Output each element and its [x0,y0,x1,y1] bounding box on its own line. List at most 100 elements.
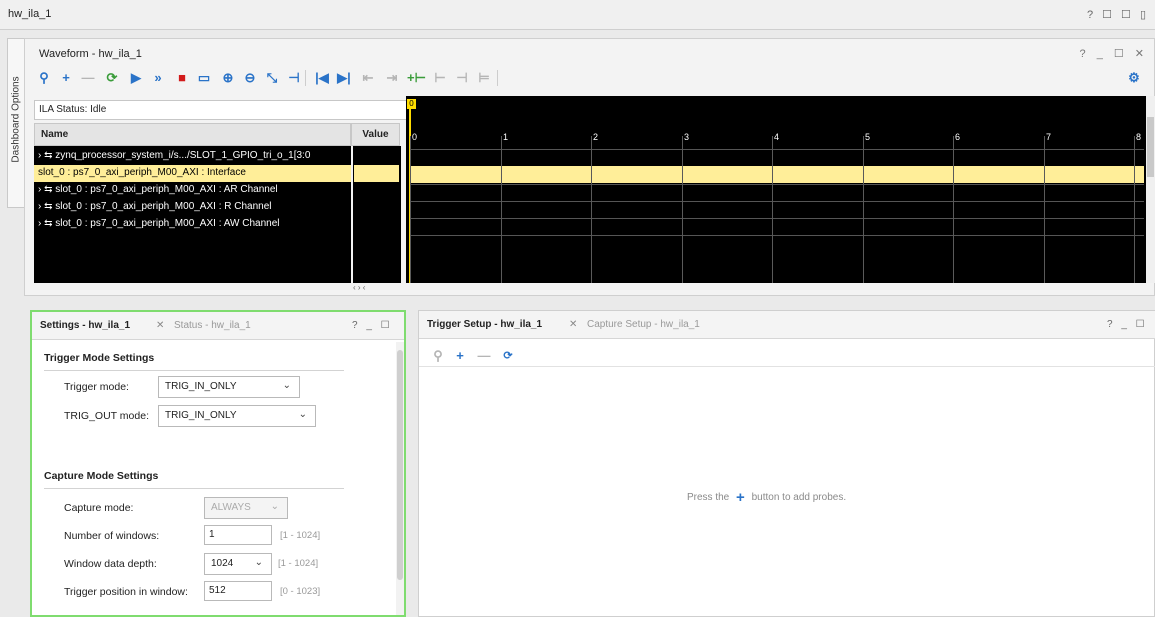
waveform-bus-line [410,149,1144,150]
search-icon[interactable]: ⚲ [35,69,53,87]
previous-marker-icon[interactable]: ⊢ [431,69,449,87]
waveform-toolbar: ⚲ + — ⟳ ▶ » ■ ▭ ⊕ ⊖ ⤡ ⊣ |◀ ▶| ⇤ ⇥ +⊢ ⊢ ⊣… [33,67,1143,91]
trigger-toolbar: ⚲ + — ⟳ [427,345,627,365]
time-gridline [1134,136,1135,283]
tab-status[interactable]: Status - hw_ila_1 [174,320,251,331]
swap-cursors-icon[interactable]: ⊨ [475,69,493,87]
waveform-plot[interactable]: 0 0 1 2 3 4 5 6 7 8 [406,96,1146,283]
time-tick-label: 6 [955,132,961,142]
column-header-name[interactable]: Name [34,123,351,146]
name-pane-scroll[interactable]: ‹ › ‹ [353,283,401,293]
time-gridline [772,136,773,283]
tab-capture-setup[interactable]: Capture Setup - hw_ila_1 [587,319,700,330]
trigger-position-input[interactable]: 512 [204,581,272,601]
trigger-tab-bar: Trigger Setup - hw_ila_1 ✕ Capture Setup… [419,311,1155,339]
capture-mode-value: ALWAYS [211,502,251,513]
capture-mode-select[interactable]: ALWAYS ⌄ [204,497,288,519]
time-tick-label: 0 [412,132,418,142]
go-to-start-icon[interactable]: |◀ [313,69,331,87]
window-depth-select[interactable]: 1024 ⌄ [204,553,272,575]
window-depth-label: Window data depth: [64,558,157,570]
zoom-fit-icon[interactable]: ⤡ [263,69,281,87]
window-controls[interactable]: ? ☐ ☐ ▯ [1087,8,1149,21]
time-gridline [953,136,954,283]
trigger-mode-section-title: Trigger Mode Settings [44,352,155,364]
add-icon[interactable]: + [57,69,75,87]
gear-icon[interactable]: ⚙ [1125,69,1143,87]
num-windows-input[interactable]: 1 [204,525,272,545]
run-immediate-icon[interactable]: » [149,69,167,87]
dashboard-options-tab[interactable]: Dashboard Options [7,38,24,208]
trigger-position-range: [0 - 1023] [280,586,321,597]
time-tick-label: 5 [865,132,871,142]
num-windows-range: [1 - 1024] [280,530,321,541]
time-gridline [863,136,864,283]
remove-icon[interactable]: — [475,347,493,365]
waveform-window-controls[interactable]: ? _ ☐ ✕ [1080,47,1148,60]
go-to-cursor-icon[interactable]: ⊣ [285,69,303,87]
window-title: hw_ila_1 [8,8,52,20]
time-tick-label: 8 [1136,132,1142,142]
time-gridline [501,136,502,283]
column-header-value[interactable]: Value [351,123,400,146]
settings-panel-controls[interactable]: ? _ ☐ [352,320,393,331]
go-to-end-icon[interactable]: ▶| [335,69,353,87]
settings-tab-bar: Settings - hw_ila_1 ✕ Status - hw_ila_1 … [32,312,404,340]
stop-icon[interactable]: ■ [173,69,191,87]
chevron-down-icon: ⌄ [282,380,291,391]
trigger-setup-panel: Trigger Setup - hw_ila_1 ✕ Capture Setup… [418,310,1155,617]
trigger-position-label: Trigger position in window: [64,586,188,598]
dashboard-options-label: Dashboard Options [10,76,22,163]
time-tick-label: 7 [1046,132,1052,142]
waveform-bus-line [410,201,1144,202]
previous-transition-icon[interactable]: ⇤ [359,69,377,87]
cursor-marker[interactable]: 0 [407,99,416,109]
empty-message-suffix: button to add probes. [751,492,847,503]
settings-scroll-thumb[interactable] [397,350,403,580]
next-marker-icon[interactable]: ⊣ [453,69,471,87]
zoom-in-icon[interactable]: ⊕ [219,69,237,87]
time-gridline [1044,136,1045,283]
waveform-scroll-thumb[interactable] [1147,117,1154,177]
signal-row[interactable]: › ⇆ slot_0 : ps7_0_axi_periph_M00_AXI : … [34,216,351,233]
capture-mode-section-title: Capture Mode Settings [44,470,159,482]
signal-row-selected[interactable]: slot_0 : ps7_0_axi_periph_M00_AXI : Inte… [34,165,351,182]
export-icon[interactable]: ▭ [195,69,213,87]
trigger-mode-select[interactable]: TRIG_IN_ONLY ⌄ [158,376,300,398]
add-probe-icon[interactable]: + [451,347,469,365]
trig-out-mode-select[interactable]: TRIG_IN_ONLY ⌄ [158,405,316,427]
trigger-panel-controls[interactable]: ? _ ☐ [1107,319,1148,330]
close-icon[interactable]: ✕ [156,320,164,331]
remove-icon[interactable]: — [79,69,97,87]
trig-out-mode-label: TRIG_OUT mode: [64,410,149,422]
value-cell-selected[interactable] [354,165,399,182]
chevron-down-icon: ⌄ [270,501,279,512]
hw-ila-dashboard: hw_ila_1 ? ☐ ☐ ▯ Dashboard Options Wavef… [0,0,1155,617]
time-tick-label: 3 [684,132,690,142]
run-trigger-icon[interactable]: ▶ [127,69,145,87]
add-marker-icon[interactable]: +⊢ [407,69,426,87]
time-tick-label: 4 [774,132,780,142]
section-divider [44,370,344,371]
tab-settings[interactable]: Settings - hw_ila_1 [40,320,130,331]
chevron-down-icon: ⌄ [298,409,307,420]
tab-trigger-setup[interactable]: Trigger Setup - hw_ila_1 [427,319,542,330]
empty-probes-message: Press the + button to add probes. [687,487,847,506]
zoom-out-icon[interactable]: ⊖ [241,69,259,87]
trig-out-mode-value: TRIG_IN_ONLY [165,410,237,421]
close-icon[interactable]: ✕ [569,319,577,330]
toolbar-divider [305,70,306,86]
search-icon[interactable]: ⚲ [429,347,447,365]
window-depth-value: 1024 [211,558,234,569]
auto-retrigger-icon[interactable]: ⟳ [103,69,121,87]
signal-row[interactable]: › ⇆ slot_0 : ps7_0_axi_periph_M00_AXI : … [34,182,351,199]
trigger-condition-icon[interactable]: ⟳ [499,347,517,365]
section-divider [44,488,344,489]
add-icon[interactable]: + [736,489,745,506]
waveform-title: Waveform - hw_ila_1 [39,48,142,60]
signal-row[interactable]: › ⇆ slot_0 : ps7_0_axi_periph_M00_AXI : … [34,199,351,216]
trigger-mode-value: TRIG_IN_ONLY [165,381,237,392]
signal-row[interactable]: › ⇆ zynq_processor_system_i/s.../SLOT_1_… [34,148,351,165]
signal-name-list: › ⇆ zynq_processor_system_i/s.../SLOT_1_… [34,146,351,283]
next-transition-icon[interactable]: ⇥ [383,69,401,87]
